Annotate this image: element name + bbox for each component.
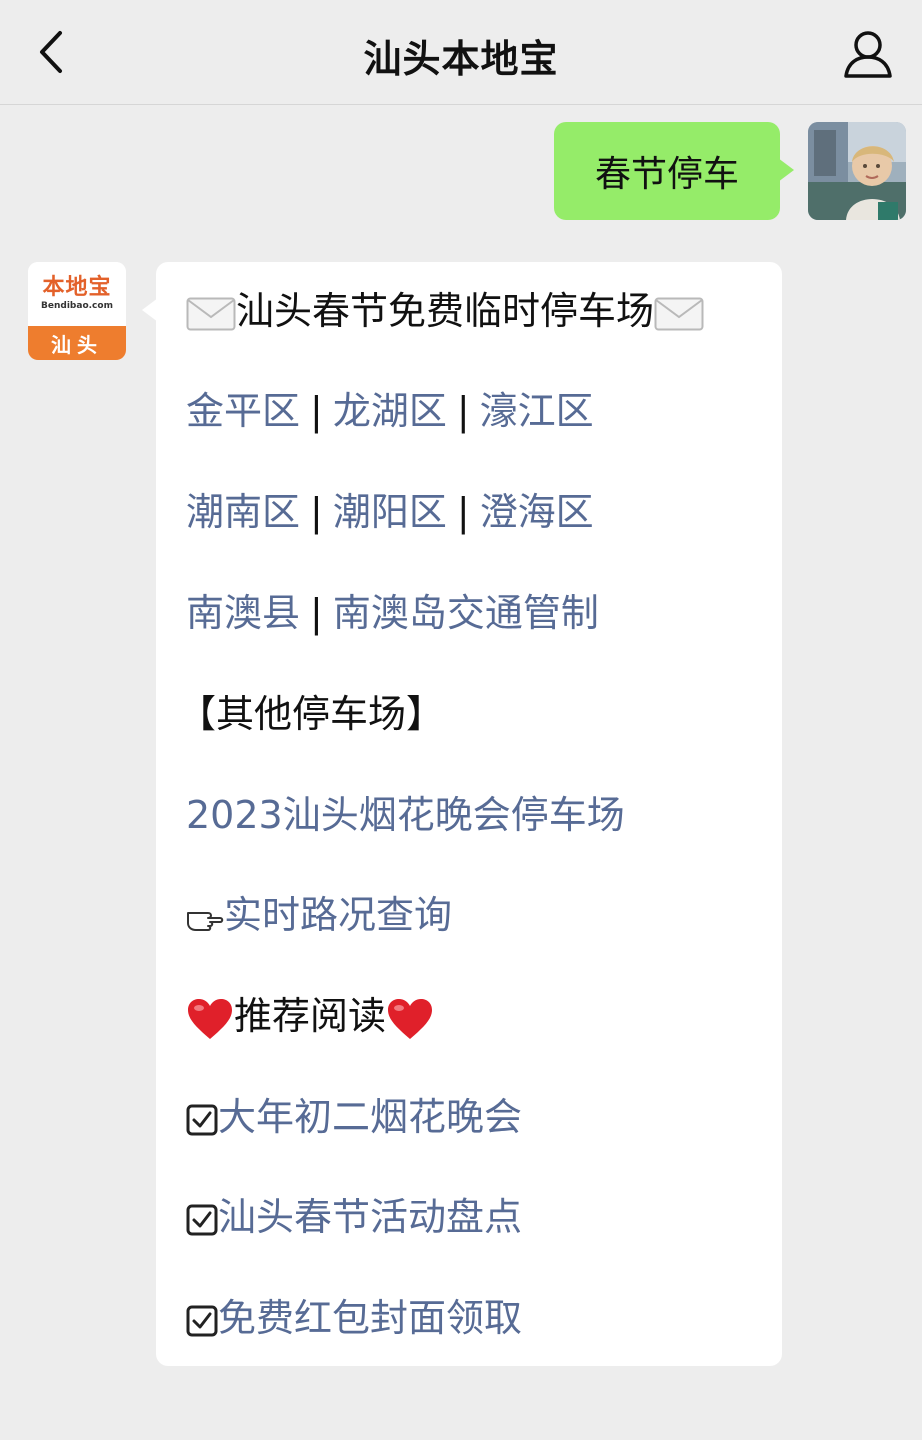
link-chaonan[interactable]: 潮南区 <box>186 490 300 534</box>
avatar-painting-icon <box>808 122 906 220</box>
nav-bar: 汕头本地宝 <box>0 0 922 105</box>
link-jinping[interactable]: 金平区 <box>186 389 300 433</box>
traffic-line: 实时路况查询 <box>186 890 452 940</box>
avatar-domain-text: Bendibao.com <box>41 301 113 311</box>
incoming-message-bubble: 汕头春节免费临时停车场 金平区 | 龙湖区 | 濠江区 潮南区 | 潮阳区 | 澄海区 南澳县 |… <box>142 262 782 1366</box>
separator: | <box>456 389 470 433</box>
link-red-envelope-cover[interactable]: 免费红包封面领取 <box>218 1296 522 1340</box>
checkbox-icon <box>186 1305 218 1336</box>
recommend-item: 大年初二烟花晚会 <box>186 1092 522 1142</box>
separator: | <box>310 490 323 534</box>
avatar-brand-text: 本地宝 <box>42 275 112 300</box>
recommend-item: 汕头春节活动盘点 <box>186 1192 522 1242</box>
separator: | <box>310 591 323 635</box>
fireworks-parking-line: 2023汕头烟花晚会停车场 <box>186 790 625 840</box>
link-fireworks-gala[interactable]: 大年初二烟花晚会 <box>218 1095 522 1139</box>
profile-button[interactable] <box>836 22 900 86</box>
link-longhu[interactable]: 龙湖区 <box>333 389 447 433</box>
recommend-item: 免费红包封面领取 <box>186 1293 522 1343</box>
separator: | <box>456 490 470 534</box>
link-traffic[interactable]: 实时路况查询 <box>224 893 452 937</box>
official-account-avatar[interactable]: 本地宝 Bendibao.com 汕头 <box>28 262 126 360</box>
message-title-line: 汕头春节免费临时停车场 <box>186 286 704 336</box>
person-icon <box>844 31 892 78</box>
outgoing-message-bubble[interactable]: 春节停车 <box>554 122 794 220</box>
district-row-3: 南澳县 | 南澳岛交通管制 <box>186 588 599 638</box>
envelope-icon <box>654 297 704 330</box>
recommend-heading-line: 推荐阅读 <box>186 991 434 1041</box>
link-chaoyang[interactable]: 潮阳区 <box>333 490 447 534</box>
checkbox-icon <box>186 1104 218 1135</box>
avatar-city-text: 汕头 <box>28 326 126 360</box>
outgoing-message-text: 春节停车 <box>594 154 739 195</box>
link-nanao[interactable]: 南澳县 <box>186 591 300 635</box>
page-title: 汕头本地宝 <box>363 37 559 81</box>
heart-icon <box>188 998 232 1039</box>
recommend-heading: 推荐阅读 <box>234 994 387 1038</box>
envelope-icon <box>186 297 236 330</box>
chat-screen: 汕头本地宝 春节停车 本地宝 Bendibao.com 汕头 汕头春节免费临时停… <box>0 0 922 1440</box>
link-haojiang[interactable]: 濠江区 <box>480 389 594 433</box>
district-row-2: 潮南区 | 潮阳区 | 澄海区 <box>186 487 594 537</box>
checkbox-icon <box>186 1204 218 1235</box>
link-fireworks-parking[interactable]: 2023汕头烟花晚会停车场 <box>186 793 625 837</box>
link-spring-events[interactable]: 汕头春节活动盘点 <box>218 1195 522 1239</box>
pointing-hand-icon <box>187 911 224 931</box>
heart-icon <box>388 998 433 1039</box>
link-nanao-traffic[interactable]: 南澳岛交通管制 <box>333 591 599 635</box>
other-parking-heading: 【其他停车场】 <box>178 692 445 736</box>
separator: | <box>310 389 323 433</box>
district-row-1: 金平区 | 龙湖区 | 濠江区 <box>186 386 594 436</box>
user-avatar[interactable] <box>808 122 906 220</box>
message-title: 汕头春节免费临时停车场 <box>236 289 655 333</box>
link-chenghai[interactable]: 澄海区 <box>480 490 594 534</box>
